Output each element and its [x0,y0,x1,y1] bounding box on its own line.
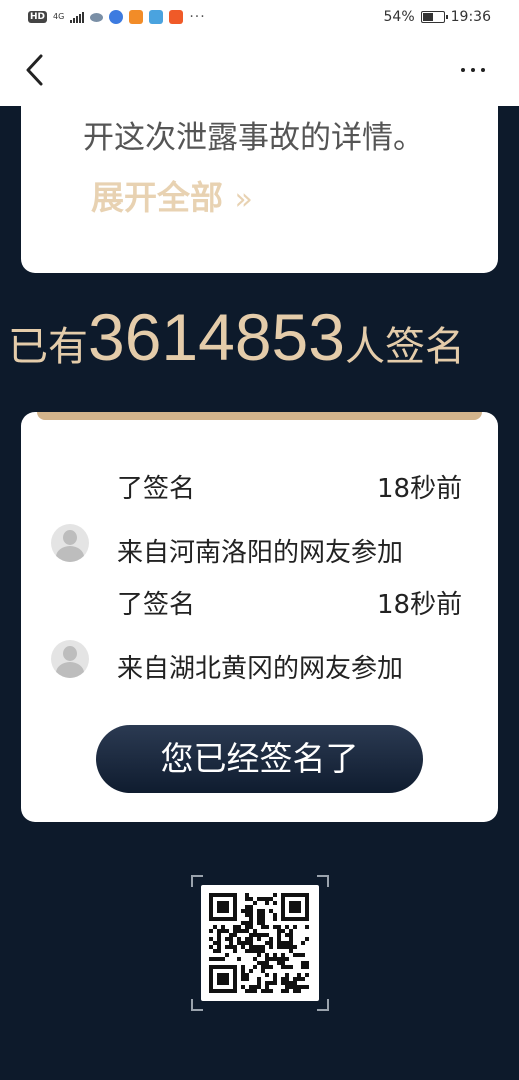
article-card: 开这次泄露事故的详情。 展开全部 » [21,96,498,273]
signal-icon [70,11,85,23]
feed-row-time: 18秒前 [377,474,463,504]
feed-row-text: 来自河南洛阳的网友参加 [117,538,404,568]
signature-feed-card: 了签名 18秒前 来自河南洛阳的网友参加 了签名 18秒前 来自湖北黄冈的网友参… [21,412,498,822]
qr-code-frame [191,875,329,1011]
card-top-border [37,412,482,420]
feed-row-text: 来自湖北黄冈的网友参加 [117,654,404,684]
battery-icon [420,11,448,23]
signed-button[interactable]: 您已经签名了 [96,725,423,793]
network-type: 4G [53,12,65,21]
counter-prefix: 已有 [8,324,88,370]
double-chevron-icon: » [234,182,253,217]
cloud-app-icon [90,12,104,22]
browser-app-icon [109,10,124,24]
avatar [51,524,89,562]
qr-code-icon [201,885,319,1001]
clock: 19:36 [450,9,491,25]
more-notifications: ··· [189,9,206,25]
back-button[interactable] [18,52,54,88]
chevron-left-icon [26,54,43,86]
more-dot [471,68,475,72]
more-button[interactable] [453,60,493,80]
feed-row-time: 18秒前 [377,590,463,620]
avatar [51,640,89,678]
more-dot [481,68,485,72]
article-excerpt: 开这次泄露事故的详情。 [83,120,424,156]
feed-row-tail: 了签名 [117,474,196,504]
video-app-icon [129,10,144,24]
feed-row-tail: 了签名 [117,590,196,620]
status-left: HD 4G ··· [28,9,206,25]
battery-percent: 54% [383,9,415,25]
weather-app-icon [149,10,164,24]
hd-badge: HD [28,11,48,23]
signature-counter: 已有 3614853 人签名 [8,297,513,382]
signature-count: 3614853 [88,300,345,374]
status-bar: HD 4G ··· 54% 19:36 [0,0,519,36]
counter-suffix: 人签名 [344,324,465,370]
status-right: 54% 19:36 [384,9,491,25]
expand-label: 展开全部 [91,178,223,217]
heart-app-icon [169,10,184,24]
expand-all-link[interactable]: 展开全部 » [91,171,253,219]
more-dots-icon [461,68,465,72]
